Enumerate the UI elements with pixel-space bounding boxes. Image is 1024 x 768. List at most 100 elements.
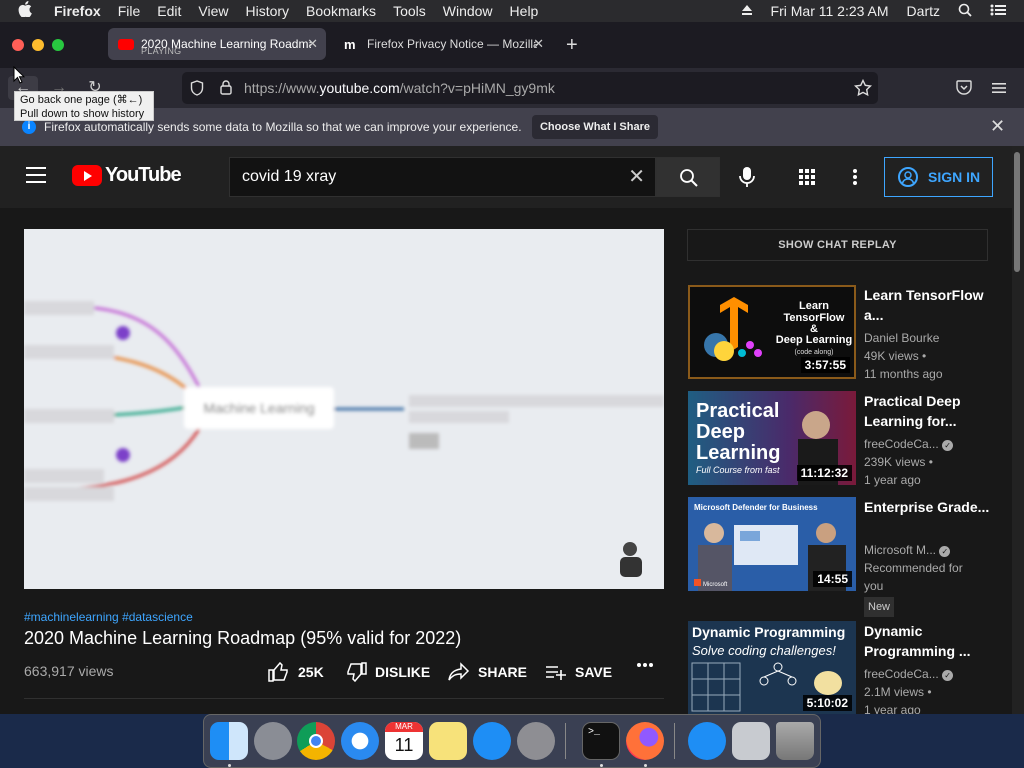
- recommended-video[interactable]: Microsoft Defender for Business Microsof…: [688, 497, 1008, 617]
- safari-icon[interactable]: [341, 722, 379, 760]
- tooltip-line: Go back one page (⌘←): [20, 94, 143, 106]
- firefox-icon[interactable]: [626, 722, 664, 760]
- menu-app-firefox[interactable]: Firefox: [54, 3, 101, 19]
- hamburger-menu-icon[interactable]: [992, 81, 1006, 99]
- svg-text:Microsoft Defender for Busines: Microsoft Defender for Business: [694, 503, 818, 512]
- svg-text:Learning: Learning: [696, 442, 780, 464]
- youtube-header: YouTube covid 19 xray ✕ SIGN IN: [0, 146, 1024, 208]
- menu-window[interactable]: Window: [443, 3, 493, 19]
- page-scrollbar[interactable]: [1012, 146, 1024, 714]
- dislike-button[interactable]: DISLIKE: [345, 662, 430, 682]
- clear-search-icon[interactable]: ✕: [628, 158, 645, 196]
- video-title[interactable]: Dynamic Programming ...: [864, 621, 1004, 661]
- calendar-icon[interactable]: MAR 11: [385, 722, 423, 760]
- video-title[interactable]: Learn TensorFlow a...: [864, 285, 1004, 325]
- video-duration: 5:10:02: [802, 695, 852, 711]
- apple-icon[interactable]: [18, 1, 38, 21]
- menu-edit[interactable]: Edit: [157, 3, 181, 19]
- system-preferences-icon[interactable]: [517, 722, 555, 760]
- pocket-icon[interactable]: [956, 80, 972, 100]
- running-indicator: [644, 764, 647, 767]
- search-input-value: covid 19 xray: [242, 168, 337, 185]
- url-text[interactable]: https://www.youtube.com/watch?v=pHiMN_gy…: [244, 80, 555, 96]
- youtube-favicon-icon: [118, 38, 134, 50]
- documents-stack-icon[interactable]: [732, 722, 770, 760]
- menu-file[interactable]: File: [118, 3, 141, 19]
- new-tab-button[interactable]: +: [566, 34, 578, 57]
- tab-close-icon[interactable]: ✕: [533, 36, 544, 52]
- finder-icon[interactable]: [210, 722, 248, 760]
- recommended-video[interactable]: Practical Deep Learning Full Course from…: [688, 391, 1008, 487]
- sign-in-button[interactable]: SIGN IN: [884, 157, 993, 197]
- notes-icon[interactable]: [429, 722, 467, 760]
- video-thumbnail[interactable]: Dynamic Programming Solve coding challen…: [688, 621, 856, 715]
- show-chat-replay-button[interactable]: SHOW CHAT REPLAY: [687, 229, 988, 261]
- watch-page: Machine Learning #machinelearning #datas…: [0, 208, 1012, 717]
- like-button[interactable]: 25K: [268, 662, 324, 682]
- settings-more-icon[interactable]: [852, 168, 858, 186]
- menu-history[interactable]: History: [245, 3, 289, 19]
- menu-bookmarks[interactable]: Bookmarks: [306, 3, 376, 19]
- video-thumbnail[interactable]: Practical Deep Learning Full Course from…: [688, 391, 856, 485]
- video-thumbnail[interactable]: Learn TensorFlow & Deep Learning (code a…: [688, 285, 856, 379]
- share-icon: [448, 662, 470, 681]
- youtube-logo[interactable]: YouTube: [72, 164, 182, 187]
- recommended-video[interactable]: Learn TensorFlow & Deep Learning (code a…: [688, 285, 1008, 381]
- video-duration: 11:12:32: [796, 465, 852, 481]
- save-button[interactable]: SAVE: [545, 662, 612, 682]
- video-title[interactable]: Enterprise Grade...: [864, 497, 1004, 517]
- video-thumbnail[interactable]: Microsoft Defender for Business Microsof…: [688, 497, 856, 591]
- tab-title: Firefox Privacy Notice — Mozilla: [367, 37, 537, 51]
- lock-icon[interactable]: [220, 80, 232, 98]
- window-minimize-button[interactable]: [32, 39, 44, 51]
- eject-icon[interactable]: [741, 3, 753, 19]
- bookmark-star-icon[interactable]: [853, 78, 873, 100]
- channel-name[interactable]: Daniel Bourke: [864, 329, 974, 347]
- menubar-user[interactable]: Dartz: [907, 3, 940, 19]
- share-button[interactable]: SHARE: [448, 662, 527, 682]
- notification-message: Firefox automatically sends some data to…: [44, 120, 522, 134]
- tab-close-icon[interactable]: ✕: [307, 36, 318, 52]
- more-actions-icon[interactable]: [636, 662, 654, 668]
- tab-firefox-privacy[interactable]: m Firefox Privacy Notice — Mozilla ✕: [334, 28, 552, 60]
- microphone-icon[interactable]: [737, 165, 757, 189]
- menubar-datetime[interactable]: Fri Mar 11 2:23 AM: [771, 3, 889, 19]
- downloads-app-store-icon[interactable]: [688, 722, 726, 760]
- app-store-icon[interactable]: [473, 722, 511, 760]
- spotlight-search-icon[interactable]: [958, 3, 972, 20]
- share-label: SHARE: [478, 664, 528, 680]
- video-meta: freeCodeCa... ✓ 2.1M views • 1 year ago: [864, 665, 974, 719]
- launchpad-icon[interactable]: [254, 722, 292, 760]
- menu-tools[interactable]: Tools: [393, 3, 426, 19]
- shield-icon[interactable]: [190, 80, 204, 99]
- apps-grid-icon[interactable]: [798, 168, 816, 186]
- close-notification-icon[interactable]: ✕: [990, 116, 1005, 137]
- terminal-icon[interactable]: >_: [582, 722, 620, 760]
- video-hashtags[interactable]: #machinelearning #datascience: [24, 610, 193, 624]
- video-player[interactable]: Machine Learning: [24, 229, 664, 589]
- chrome-icon[interactable]: [297, 722, 335, 760]
- recommendation-reason: Recommended for you: [864, 561, 963, 593]
- verified-badge-icon: ✓: [939, 546, 951, 557]
- info-icon: i: [22, 120, 36, 134]
- window-close-button[interactable]: [12, 39, 24, 51]
- url-bar[interactable]: https://www.youtube.com/watch?v=pHiMN_gy…: [182, 72, 878, 104]
- video-title[interactable]: Practical Deep Learning for...: [864, 391, 1004, 431]
- choose-what-i-share-button[interactable]: Choose What I Share: [532, 115, 658, 139]
- video-meta: Microsoft M... ✓ Recommended for you New: [864, 541, 974, 617]
- search-button[interactable]: [656, 157, 720, 197]
- scrollbar-thumb[interactable]: [1014, 152, 1020, 272]
- browser-tab-bar: 2020 Machine Learning Roadma PLAYING ✕ m…: [0, 22, 1024, 68]
- window-zoom-button[interactable]: [52, 39, 64, 51]
- menu-help[interactable]: Help: [510, 3, 539, 19]
- channel-name[interactable]: freeCodeCa... ✓: [864, 435, 974, 453]
- guide-menu-icon[interactable]: [26, 167, 46, 183]
- recommended-video[interactable]: Dynamic Programming Solve coding challen…: [688, 621, 1008, 717]
- channel-name[interactable]: freeCodeCa... ✓: [864, 665, 974, 683]
- trash-icon[interactable]: [776, 722, 814, 760]
- tab-youtube[interactable]: 2020 Machine Learning Roadma PLAYING ✕: [108, 28, 326, 60]
- channel-name[interactable]: Microsoft M... ✓: [864, 541, 974, 559]
- menu-view[interactable]: View: [198, 3, 228, 19]
- control-center-icon[interactable]: [990, 3, 1006, 19]
- search-input[interactable]: covid 19 xray ✕: [229, 157, 656, 197]
